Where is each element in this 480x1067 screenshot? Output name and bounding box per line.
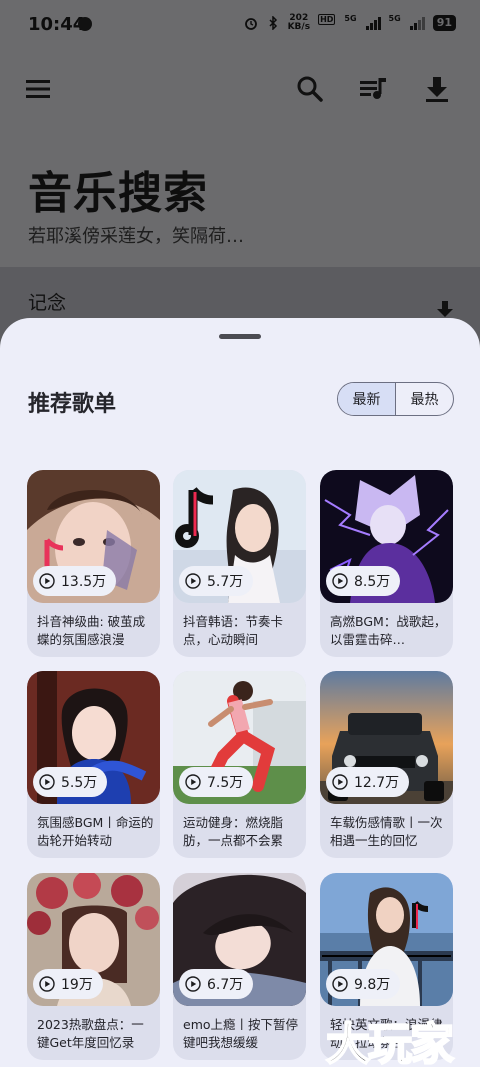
recommend-playlist-sheet: 推荐歌单 最新 最热 13.5万 抖音神级曲: 破茧成蝶的氛围感浪漫 5.7万 … (0, 318, 480, 1067)
play-count-badge: 5.5万 (33, 767, 108, 797)
notification-icon (78, 17, 92, 31)
playlist-title: 氛围感BGM丨命运的齿轮开始转动 (37, 815, 154, 848)
play-icon (185, 573, 201, 589)
download-icon[interactable] (422, 74, 452, 104)
playlist-icon[interactable] (358, 74, 388, 104)
playlist-title: emo上瘾丨按下暂停键吧我想缓缓 (183, 1017, 299, 1050)
play-icon (39, 573, 55, 589)
play-count-badge: 9.8万 (326, 969, 401, 999)
play-icon (185, 976, 201, 992)
play-icon (332, 774, 348, 790)
sort-toggle: 最新 最热 (337, 382, 454, 416)
tab-hottest[interactable]: 最热 (396, 383, 453, 415)
play-count-badge: 19万 (33, 969, 103, 999)
playlist-card[interactable]: 5.5万 氛围感BGM丨命运的齿轮开始转动 (27, 671, 160, 858)
play-count: 5.7万 (207, 574, 244, 590)
tab-latest[interactable]: 最新 (338, 383, 396, 415)
signal-icon-2 (409, 16, 425, 30)
play-count-badge: 5.7万 (179, 566, 254, 596)
play-count: 6.7万 (207, 977, 244, 993)
drag-handle[interactable] (219, 334, 261, 339)
speed-unit: KB/s (287, 22, 311, 32)
playlist-title: 2023热歌盘点：一键Get年度回忆录 (37, 1017, 144, 1050)
playlist-card[interactable]: 19万 2023热歌盘点：一键Get年度回忆录 (27, 873, 160, 1060)
status-icons: 202 KB/s HD 5G 5G 91 (244, 14, 456, 32)
signal-icon (365, 16, 381, 30)
watermark: 大玩家 (325, 1018, 455, 1067)
alarm-icon (244, 18, 257, 30)
section-label: 记念 (28, 292, 67, 314)
play-icon (332, 976, 348, 992)
playlist-title: 车载伤感情歌丨一次相遇一生的回忆 (330, 815, 443, 848)
hd-label: HD (318, 14, 336, 25)
play-icon (39, 774, 55, 790)
page-title: 音乐搜索 (28, 168, 208, 219)
playlist-title: 高燃BGM：战歌起，以雷霆击碎… (330, 614, 447, 647)
playlist-title: 运动健身：燃烧脂肪，一点都不会累 (183, 815, 284, 848)
play-count-badge: 12.7万 (326, 767, 410, 797)
playlist-title: 抖音韩语：节奏卡点，心动瞬间 (183, 614, 284, 647)
play-icon (39, 976, 55, 992)
playlist-card[interactable]: 8.5万 高燃BGM：战歌起，以雷霆击碎… (320, 470, 453, 657)
play-count-badge: 7.5万 (179, 767, 254, 797)
play-count: 19万 (61, 977, 93, 993)
network-type-1: 5G (344, 14, 357, 23)
playlist-card[interactable]: 7.5万 运动健身：燃烧脂肪，一点都不会累 (173, 671, 306, 858)
network-type-2: 5G (388, 14, 401, 23)
play-icon (332, 573, 348, 589)
network-speed: 202 KB/s (288, 14, 310, 32)
playlist-title: 抖音神级曲: 破茧成蝶的氛围感浪漫 (37, 614, 146, 647)
bluetooth-icon (269, 16, 277, 30)
page-subtitle: 若耶溪傍采莲女，笑隔荷… (28, 226, 244, 247)
play-count: 9.8万 (354, 977, 391, 993)
sheet-title: 推荐歌单 (28, 392, 117, 417)
playlist-card[interactable]: 13.5万 抖音神级曲: 破茧成蝶的氛围感浪漫 (27, 470, 160, 657)
status-bar: 10:44 202 KB/s HD 5G 5G 91 (0, 0, 480, 52)
play-count-badge: 13.5万 (33, 566, 117, 596)
battery-level: 91 (432, 15, 456, 31)
play-count: 8.5万 (354, 574, 391, 590)
menu-icon[interactable] (24, 74, 54, 104)
playlist-card[interactable]: 12.7万 车载伤感情歌丨一次相遇一生的回忆 (320, 671, 453, 858)
status-time: 10:44 (28, 14, 86, 35)
play-icon (185, 774, 201, 790)
play-count-badge: 6.7万 (179, 969, 254, 999)
playlist-card[interactable]: 5.7万 抖音韩语：节奏卡点，心动瞬间 (173, 470, 306, 657)
play-count: 13.5万 (61, 574, 107, 590)
playlist-card[interactable]: 6.7万 emo上瘾丨按下暂停键吧我想缓缓 (173, 873, 306, 1060)
play-count-badge: 8.5万 (326, 566, 401, 596)
play-count: 12.7万 (354, 775, 400, 791)
play-count: 7.5万 (207, 775, 244, 791)
search-icon[interactable] (295, 74, 325, 104)
play-count: 5.5万 (61, 775, 98, 791)
